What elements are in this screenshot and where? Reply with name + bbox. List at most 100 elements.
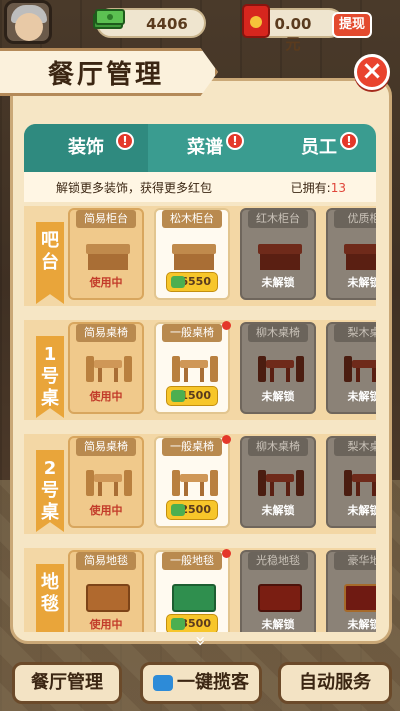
item-status: 未解锁	[261, 390, 295, 403]
item-name: 简易桌椅	[76, 438, 136, 456]
item-name: 红木柜台	[248, 210, 308, 228]
counter-icon	[254, 236, 306, 274]
decoration-row-bar: 吧台 简易柜台 使用中 松木柜台 16550 红木柜台 未解锁 优质柜 未解锁	[24, 206, 376, 306]
alert-badge-icon: !	[340, 132, 358, 150]
item-card[interactable]: 简易桌椅 使用中	[68, 436, 144, 528]
one-click-attract-button[interactable]: 一键揽客	[140, 662, 262, 704]
item-name: 松木柜台	[162, 210, 222, 228]
tab-recipes[interactable]: 菜谱 !	[148, 124, 262, 172]
item-card[interactable]: 优质柜 未解锁	[326, 208, 376, 300]
rug-icon	[254, 578, 306, 616]
withdraw-button[interactable]: 提现	[332, 12, 372, 38]
video-ad-icon	[153, 675, 173, 691]
bottom-bar: 餐厅管理 一键揽客 自动服务	[0, 652, 400, 711]
item-name: 简易地毯	[76, 552, 136, 570]
decoration-row-table-1: 1号桌 简易桌椅 使用中 一般桌椅 1500 柳木桌椅 未解锁 梨木桌 未解锁	[24, 320, 376, 420]
item-name: 梨木桌	[334, 324, 376, 342]
panel-title: 餐厅管理	[48, 60, 165, 90]
item-card[interactable]: 一般地毯 3500	[154, 549, 231, 632]
table-chairs-icon	[254, 464, 306, 502]
tab-decoration[interactable]: 装饰 !	[24, 124, 148, 172]
table-chairs-icon	[254, 350, 306, 388]
item-card[interactable]: 一般桌椅 2500	[154, 435, 231, 528]
table-chairs-icon	[340, 350, 376, 388]
decoration-row-rug: 地毯 简易地毯 使用中 一般地毯 3500 光稳地毯 未解锁 豪华地 未解锁	[24, 548, 376, 632]
row-label: 1号桌	[36, 336, 64, 418]
item-status: 使用中	[89, 618, 123, 631]
item-status: 未解锁	[347, 276, 377, 289]
counter-icon	[340, 236, 376, 274]
item-status: 未解锁	[261, 504, 295, 517]
row-label: 2号桌	[36, 450, 64, 532]
close-button[interactable]: ×	[354, 54, 390, 90]
red-envelope-icon	[242, 4, 270, 38]
info-bar: 解锁更多装饰，获得更多红包 已拥有:13	[24, 172, 376, 202]
item-status: 使用中	[89, 276, 123, 289]
item-card[interactable]: 梨木桌 未解锁	[326, 436, 376, 528]
unlock-tip: 解锁更多装饰，获得更多红包	[56, 181, 213, 195]
buy-price-button[interactable]: 2500	[166, 500, 218, 520]
new-dot-icon	[222, 435, 231, 444]
player-avatar[interactable]	[4, 0, 52, 44]
owned-count: 已拥有:13	[290, 181, 346, 195]
item-name: 简易柜台	[76, 210, 136, 228]
item-card[interactable]: 简易柜台 使用中	[68, 208, 144, 300]
table-chairs-icon	[340, 464, 376, 502]
alert-badge-icon: !	[226, 132, 244, 150]
top-hud: 4406 0.00元 提现	[0, 0, 400, 53]
item-name: 简易桌椅	[76, 324, 136, 342]
item-card[interactable]: 光稳地毯 未解锁	[240, 550, 316, 632]
tab-decoration-label: 装饰	[68, 137, 104, 158]
counter-icon	[82, 236, 134, 274]
item-name: 一般地毯	[162, 552, 222, 570]
new-dot-icon	[222, 549, 231, 558]
item-status: 未解锁	[261, 276, 295, 289]
item-card[interactable]: 简易地毯 使用中	[68, 550, 144, 632]
table-chairs-icon	[168, 350, 220, 388]
item-name: 梨木桌	[334, 438, 376, 456]
tab-recipes-label: 菜谱	[187, 137, 223, 158]
tab-staff[interactable]: 员工 !	[262, 124, 376, 172]
item-card[interactable]: 简易桌椅 使用中	[68, 322, 144, 414]
red-packet-value: 0.00元	[274, 15, 312, 53]
category-tabs: 装饰 ! 菜谱 ! 员工 !	[24, 124, 376, 172]
item-status: 未解锁	[347, 618, 377, 631]
rug-icon	[340, 578, 376, 616]
cash-value: 4406	[146, 15, 188, 33]
item-status: 未解锁	[347, 390, 377, 403]
item-card[interactable]: 一般桌椅 1500	[154, 321, 231, 414]
alert-badge-icon: !	[116, 132, 134, 150]
item-name: 柳木桌椅	[248, 324, 308, 342]
cash-stack-icon	[93, 9, 125, 29]
decoration-row-table-2: 2号桌 简易桌椅 使用中 一般桌椅 2500 柳木桌椅 未解锁 梨木桌 未解锁	[24, 434, 376, 534]
scroll-down-chevron-icon[interactable]: »	[190, 629, 211, 653]
item-card[interactable]: 柳木桌椅 未解锁	[240, 436, 316, 528]
rug-icon	[168, 578, 220, 616]
item-name: 柳木桌椅	[248, 438, 308, 456]
row-label: 吧台	[36, 222, 64, 304]
table-chairs-icon	[82, 350, 134, 388]
decoration-list[interactable]: 吧台 简易柜台 使用中 松木柜台 16550 红木柜台 未解锁 优质柜 未解锁 …	[24, 202, 376, 632]
row-label: 地毯	[36, 564, 64, 632]
item-card[interactable]: 梨木桌 未解锁	[326, 322, 376, 414]
item-card[interactable]: 红木柜台 未解锁	[240, 208, 316, 300]
counter-icon	[168, 236, 220, 274]
buy-price-button[interactable]: 16550	[166, 272, 218, 292]
item-card[interactable]: 松木柜台 16550	[154, 208, 230, 300]
item-status: 使用中	[89, 504, 123, 517]
tab-staff-label: 员工	[301, 137, 337, 158]
item-status: 未解锁	[261, 618, 295, 631]
buy-price-button[interactable]: 1500	[166, 386, 218, 406]
restaurant-management-button[interactable]: 餐厅管理	[12, 662, 122, 704]
item-name: 一般桌椅	[162, 324, 222, 342]
item-status: 未解锁	[347, 504, 377, 517]
item-card[interactable]: 豪华地 未解锁	[326, 550, 376, 632]
item-card[interactable]: 柳木桌椅 未解锁	[240, 322, 316, 414]
item-status: 使用中	[89, 390, 123, 403]
item-name: 优质柜	[334, 210, 376, 228]
item-name: 豪华地	[334, 552, 376, 570]
table-chairs-icon	[168, 464, 220, 502]
rug-icon	[82, 578, 134, 616]
auto-service-button[interactable]: 自动服务	[278, 662, 392, 704]
table-chairs-icon	[82, 464, 134, 502]
